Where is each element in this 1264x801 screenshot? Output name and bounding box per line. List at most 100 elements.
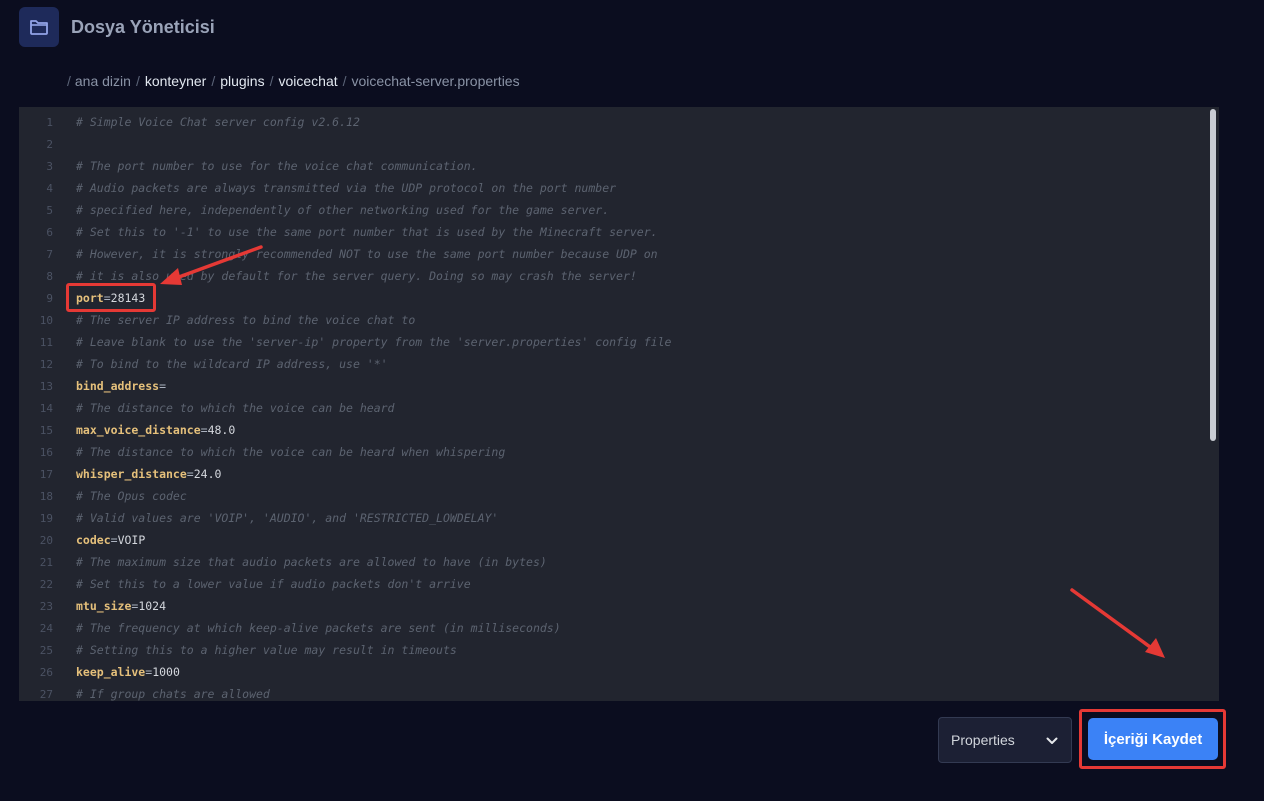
code-line[interactable]: 11 # Leave blank to use the 'server-ip' p… [19,331,1207,353]
code-property: bind_address= [76,379,167,393]
code-line[interactable]: 19 # Valid values are 'VOIP', 'AUDIO', an… [19,507,1207,529]
code-line[interactable]: 16 # The distance to which the voice can … [19,441,1207,463]
property-key: mtu_size [76,599,132,613]
code-line[interactable]: 21 # The maximum size that audio packets … [19,551,1207,573]
code-comment: # Simple Voice Chat server config v2.6.1… [76,115,360,129]
app-header: Dosya Yöneticisi [19,7,215,47]
property-value: 48.0 [207,423,236,437]
code-line[interactable]: 27 # If group chats are allowed [19,683,1207,701]
code-comment: # Set this to a lower value if audio pac… [76,577,471,591]
code-property: keep_alive=1000 [76,665,180,679]
line-number: 23 [39,599,53,613]
code-line[interactable]: 12 # To bind to the wildcard IP address, … [19,353,1207,375]
line-number: 1 [46,115,53,129]
code-line[interactable]: 24 # The frequency at which keep-alive pa… [19,617,1207,639]
line-number: 12 [39,357,53,371]
port-highlight-box [66,283,156,312]
scrollbar-thumb[interactable] [1210,109,1216,441]
save-content-button[interactable]: İçeriği Kaydet [1088,718,1218,760]
editor-lines[interactable]: 1 # Simple Voice Chat server config v2.6.… [19,111,1207,701]
line-number: 13 [39,379,53,393]
code-line[interactable]: 26 keep_alive=1000 [19,661,1207,683]
property-key: keep_alive [76,665,146,679]
language-select-value: Properties [951,732,1015,748]
line-number: 25 [39,643,53,657]
property-value: 1024 [138,599,167,613]
line-number: 22 [39,577,53,591]
breadcrumb-root[interactable]: ana dizin [75,73,131,89]
property-value: VOIP [117,533,146,547]
code-line[interactable]: 22 # Set this to a lower value if audio p… [19,573,1207,595]
code-comment: # To bind to the wildcard IP address, us… [76,357,388,371]
code-comment: # it is also used by default for the ser… [76,269,637,283]
code-line[interactable]: 6 # Set this to '-1' to use the same port… [19,221,1207,243]
code-line[interactable]: 5 # specified here, independently of othe… [19,199,1207,221]
line-number: 11 [39,335,53,349]
line-number: 19 [39,511,53,525]
code-comment: # Setting this to a higher value may res… [76,643,457,657]
save-highlight-box: İçeriği Kaydet [1079,709,1226,769]
code-line[interactable]: 25 # Setting this to a higher value may r… [19,639,1207,661]
code-line[interactable]: 10 # The server IP address to bind the vo… [19,309,1207,331]
code-line[interactable]: 17 whisper_distance=24.0 [19,463,1207,485]
code-property: whisper_distance=24.0 [76,467,222,481]
code-property: codec=VOIP [76,533,146,547]
line-number: 20 [39,533,53,547]
breadcrumb-konteyner[interactable]: konteyner [145,73,206,89]
breadcrumb-plugins[interactable]: plugins [220,73,264,89]
code-comment: # The server IP address to bind the voic… [76,313,416,327]
code-comment: # The distance to which the voice can be… [76,445,506,459]
editor-scrollbar[interactable] [1210,108,1216,700]
breadcrumb: / ana dizin / konteyner / plugins / voic… [67,73,520,89]
page-title: Dosya Yöneticisi [71,16,215,37]
code-comment: # However, it is strongly recommended NO… [76,247,658,261]
line-number: 3 [46,159,53,173]
code-line[interactable]: 7 # However, it is strongly recommended N… [19,243,1207,265]
property-key: max_voice_distance [76,423,201,437]
line-number: 5 [46,203,53,217]
property-key: bind_address [76,379,160,393]
line-number: 16 [39,445,53,459]
property-value: 1000 [152,665,180,679]
line-number: 21 [39,555,53,569]
code-editor[interactable]: 1 # Simple Voice Chat server config v2.6.… [19,107,1219,701]
line-number: 24 [39,621,53,635]
folder-icon [19,7,59,47]
line-number: 14 [39,401,53,415]
code-comment: # The frequency at which keep-alive pack… [76,621,561,635]
breadcrumb-current-file: voicechat-server.properties [351,73,520,89]
line-number: 18 [39,489,53,503]
code-line[interactable]: 8 # it is also used by default for the se… [19,265,1207,287]
code-comment: # Leave blank to use the 'server-ip' pro… [76,335,672,349]
language-select[interactable]: Properties [938,717,1072,763]
line-number: 26 [39,665,53,679]
code-line[interactable]: 14 # The distance to which the voice can … [19,397,1207,419]
line-number: 7 [46,247,53,261]
property-key: whisper_distance [76,467,187,481]
code-line[interactable]: 15 max_voice_distance=48.0 [19,419,1207,441]
code-property: max_voice_distance=48.0 [76,423,236,437]
code-line[interactable]: 4 # Audio packets are always transmitted … [19,177,1207,199]
code-line[interactable]: 18 # The Opus codec [19,485,1207,507]
line-number: 10 [39,313,53,327]
code-property: mtu_size=1024 [76,599,167,613]
code-comment: # The distance to which the voice can be… [76,401,395,415]
property-key: codec [76,533,111,547]
code-comment: # The maximum size that audio packets ar… [76,555,547,569]
code-comment: # Valid values are 'VOIP', 'AUDIO', and … [76,511,499,525]
line-number: 27 [39,687,53,701]
breadcrumb-voicechat[interactable]: voicechat [278,73,337,89]
line-number: 15 [39,423,53,437]
code-comment: # Audio packets are always transmitted v… [76,181,617,195]
code-line[interactable]: 3 # The port number to use for the voice … [19,155,1207,177]
code-line[interactable]: 20 codec=VOIP [19,529,1207,551]
code-comment: # Set this to '-1' to use the same port … [76,225,658,239]
code-line[interactable]: 1 # Simple Voice Chat server config v2.6.… [19,111,1207,133]
line-number: 2 [46,137,53,151]
line-number: 17 [39,467,53,481]
code-line[interactable]: 9 port=28143 [19,287,1207,309]
code-line[interactable]: 2 [19,133,1207,155]
code-comment: # specified here, independently of other… [76,203,610,217]
code-line[interactable]: 23 mtu_size=1024 [19,595,1207,617]
code-line[interactable]: 13 bind_address= [19,375,1207,397]
